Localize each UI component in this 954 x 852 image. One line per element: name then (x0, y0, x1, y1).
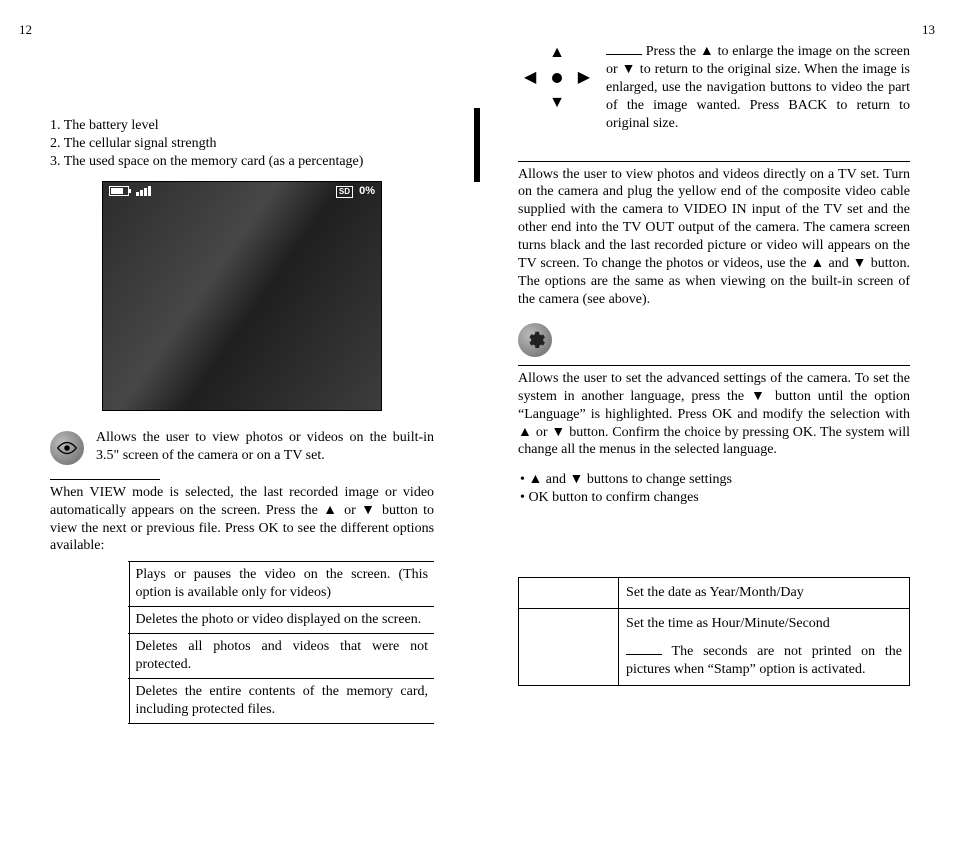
settings-row1-label (519, 578, 619, 609)
dpad-icon: ▲ ▼ ◀ ▶ (522, 43, 592, 113)
dpad-up-icon: ▲ (549, 45, 565, 61)
page-spread: 12 1. The battery level 2. The cellular … (0, 0, 954, 852)
settings-time-note: The seconds are not printed on the pictu… (626, 644, 902, 677)
page-number-right: 13 (922, 22, 935, 38)
option-delete-one: Deletes the photo or video displayed on … (129, 607, 434, 634)
tv-out-description: Allows the user to view photos and video… (518, 166, 910, 309)
advanced-settings-description: Allows the user to set the advanced sett… (518, 370, 910, 460)
gear-icon (518, 323, 552, 357)
storage-percent: 0% (359, 185, 375, 197)
bullet-confirm-changes: OK button to confirm changes (520, 489, 910, 507)
status-list-1: 1. The battery level (50, 117, 434, 135)
page-right: 13 ▲ ▼ ◀ ▶ Press the ▲ to enlarge the im… (480, 0, 954, 852)
page-left: 12 1. The battery level 2. The cellular … (0, 0, 474, 852)
status-list-2: 2. The cellular signal strength (50, 135, 434, 153)
dpad-down-icon: ▼ (549, 95, 565, 111)
divider (50, 479, 160, 480)
bullet-change-settings: ▲ and ▼ buttons to change settings (520, 471, 910, 489)
dpad-left-icon: ◀ (524, 70, 536, 86)
status-list-3: 3. The used space on the memory card (as… (50, 153, 434, 171)
option-play: Plays or pauses the video on the screen.… (129, 562, 434, 607)
option-delete-unprotected: Deletes all photos and videos that were … (129, 634, 434, 679)
signal-icon (136, 186, 151, 196)
settings-row2-value: Set the time as Hour/Minute/Second The s… (619, 609, 910, 686)
eye-icon (50, 431, 84, 465)
dpad-right-icon: ▶ (578, 70, 590, 86)
divider (518, 365, 910, 366)
dpad-center-icon (552, 73, 562, 83)
divider (518, 161, 910, 162)
view-mode-intro: Allows the user to view photos or videos… (96, 429, 434, 465)
settings-row1-value: Set the date as Year/Month/Day (619, 578, 910, 609)
camera-screenshot: SD 0% (102, 181, 382, 411)
settings-time-format: Set the time as Hour/Minute/Second (626, 615, 902, 633)
option-delete-all: Deletes the entire contents of the memor… (129, 678, 434, 723)
sd-card-icon: SD (336, 186, 353, 198)
battery-icon (109, 186, 129, 196)
page-number-left: 12 (19, 22, 32, 38)
view-mode-description: When VIEW mode is selected, the last rec… (50, 484, 434, 556)
settings-row2-label (519, 609, 619, 686)
view-options-table: Plays or pauses the video on the screen.… (128, 561, 434, 723)
settings-table: Set the date as Year/Month/Day Set the t… (518, 577, 910, 686)
